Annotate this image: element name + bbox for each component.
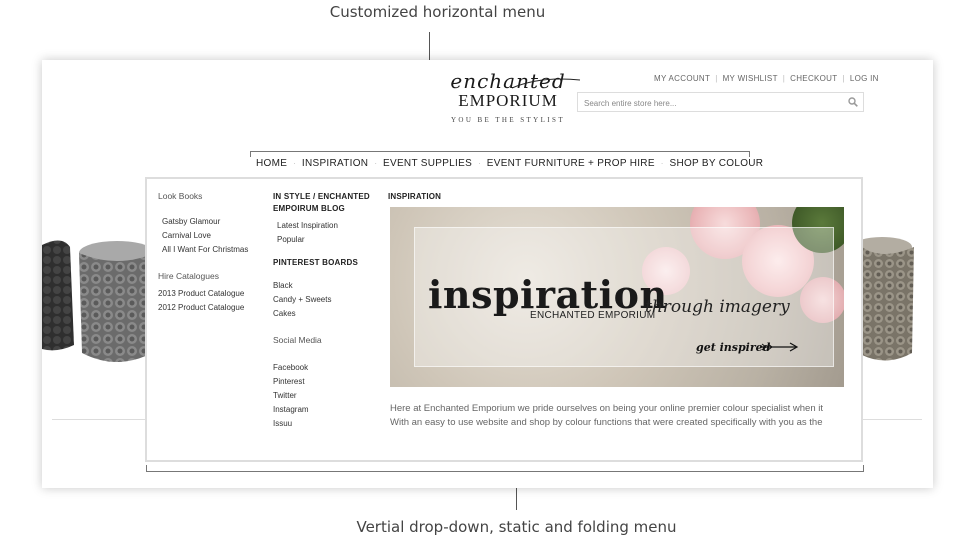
social-media-item[interactable]: Issuu bbox=[273, 417, 383, 431]
intro-line: With an easy to use website and shop by … bbox=[390, 417, 823, 428]
dropdown-column-2: IN STYLE / ENCHANTED EMPOIRUM BLOG Lates… bbox=[273, 191, 383, 431]
log-in-link[interactable]: LOG IN bbox=[850, 74, 879, 83]
arrow-right-icon bbox=[760, 342, 799, 352]
social-media-item[interactable]: Instagram bbox=[273, 403, 383, 417]
inspiration-banner[interactable]: inspiration ENCHANTED EMPORIUM through i… bbox=[390, 207, 844, 387]
link-separator: | bbox=[842, 74, 845, 83]
nav-item-shop-by-colour[interactable]: SHOP BY COLOUR bbox=[663, 152, 769, 176]
pinterest-boards-heading[interactable]: PINTEREST BOARDS bbox=[273, 257, 383, 269]
annotation-top-label: Customized horizontal menu bbox=[329, 3, 546, 21]
search-input[interactable] bbox=[578, 94, 838, 113]
main-horizontal-menu: HOME · INSPIRATION · EVENT SUPPLIES · EV… bbox=[250, 151, 763, 176]
dropdown-column-1: Look Books Gatsby Glamour Carnival Love … bbox=[158, 191, 263, 315]
inspiration-intro-text: Here at Enchanted Emporium we pride ours… bbox=[390, 402, 842, 432]
search-box bbox=[577, 92, 864, 113]
banner-title: inspiration bbox=[428, 272, 668, 317]
social-media-heading: Social Media bbox=[273, 335, 322, 345]
my-account-link[interactable]: MY ACCOUNT bbox=[654, 74, 710, 83]
link-separator: | bbox=[715, 74, 718, 83]
divider-left bbox=[52, 419, 147, 420]
social-media-item[interactable]: Pinterest bbox=[273, 375, 383, 389]
blog-item[interactable]: Popular bbox=[273, 233, 383, 247]
nav-item-event-furniture[interactable]: EVENT FURNITURE + PROP HIRE bbox=[481, 152, 661, 176]
pinterest-board-item[interactable]: Black bbox=[273, 279, 383, 293]
website-frame: enchanted EMPORIUM YOU BE THE STYLIST MY… bbox=[42, 60, 933, 488]
annotation-bottom-label: Vertial drop-down, static and folding me… bbox=[356, 518, 677, 536]
intro-line: Here at Enchanted Emporium we pride ours… bbox=[390, 403, 824, 414]
bracket-left bbox=[146, 465, 147, 472]
look-book-item[interactable]: All I Want For Christmas bbox=[158, 243, 263, 257]
divider-right bbox=[862, 419, 922, 420]
logo-tagline: YOU BE THE STYLIST bbox=[450, 116, 566, 124]
social-media-item[interactable]: Twitter bbox=[273, 389, 383, 403]
link-separator: | bbox=[782, 74, 786, 83]
my-wishlist-link[interactable]: MY WISHLIST bbox=[723, 74, 778, 83]
inspiration-dropdown-menu: Look Books Gatsby Glamour Carnival Love … bbox=[145, 177, 863, 462]
look-book-item[interactable]: Gatsby Glamour bbox=[158, 215, 263, 229]
menu-bracket-left bbox=[250, 151, 251, 157]
hire-catalogues-heading: Hire Catalogues bbox=[158, 271, 219, 281]
blog-item[interactable]: Latest Inspiration bbox=[273, 219, 383, 233]
hire-catalogue-item[interactable]: 2013 Product Catalogue bbox=[158, 287, 263, 301]
search-icon[interactable] bbox=[843, 93, 863, 111]
checkout-link[interactable]: CHECKOUT bbox=[790, 74, 837, 83]
menu-bracket-right bbox=[749, 151, 750, 157]
logo-wordmark: EMPORIUM bbox=[458, 91, 558, 110]
banner-script-text: through imagery bbox=[645, 297, 790, 317]
pinterest-board-item[interactable]: Cakes bbox=[273, 307, 383, 321]
social-media-item[interactable]: Facebook bbox=[273, 361, 383, 375]
product-image-right-tablecloth[interactable] bbox=[862, 225, 933, 375]
look-book-item[interactable]: Carnival Love bbox=[158, 229, 263, 243]
pinterest-board-item[interactable]: Candy + Sweets bbox=[273, 293, 383, 307]
dropdown-annotation-bracket bbox=[146, 465, 864, 472]
logo-swoosh-icon bbox=[511, 78, 581, 89]
look-books-heading: Look Books bbox=[158, 191, 203, 201]
account-links: MY ACCOUNT | MY WISHLIST | CHECKOUT | LOG IN bbox=[654, 74, 879, 83]
blog-heading[interactable]: IN STYLE / ENCHANTED EMPOIRUM BLOG bbox=[273, 191, 383, 215]
inspiration-heading: INSPIRATION bbox=[388, 192, 442, 201]
bracket-right bbox=[863, 465, 864, 472]
nav-item-inspiration[interactable]: INSPIRATION bbox=[295, 151, 375, 176]
hire-catalogue-item[interactable]: 2012 Product Catalogue bbox=[158, 301, 263, 315]
dropdown-column-3-heading-wrap: INSPIRATION bbox=[388, 191, 441, 203]
nav-item-event-supplies[interactable]: EVENT SUPPLIES bbox=[377, 152, 478, 176]
product-image-left-tablecloth[interactable] bbox=[42, 225, 152, 375]
nav-item-home[interactable]: HOME bbox=[250, 152, 293, 176]
banner-subtitle: ENCHANTED EMPORIUM bbox=[530, 310, 656, 321]
